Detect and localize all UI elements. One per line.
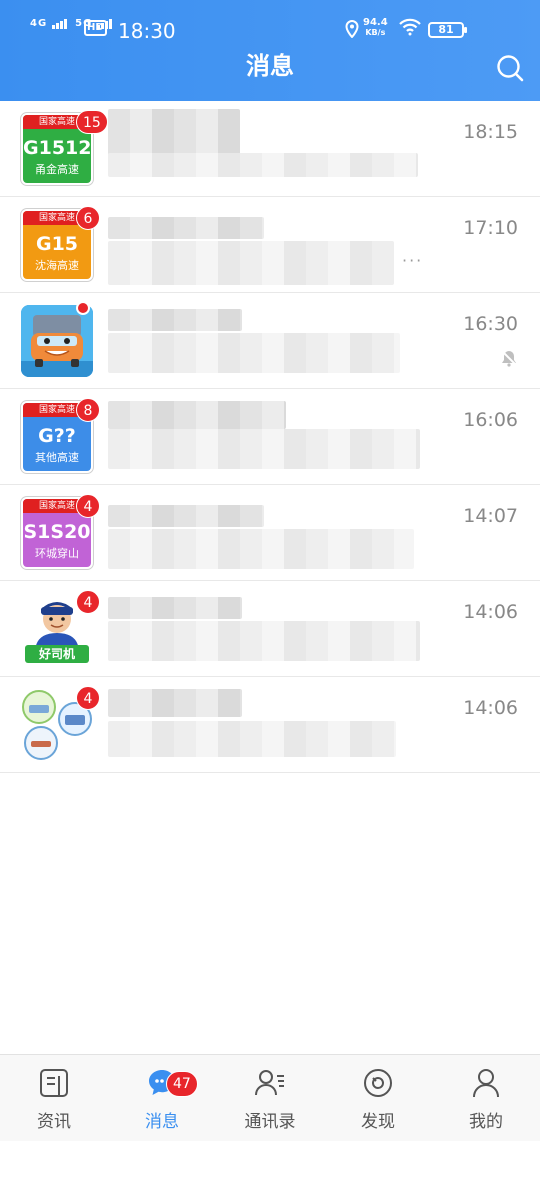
user-icon [473,1069,499,1098]
highway-code: G15 [35,233,79,255]
mute-bell-icon [500,349,518,367]
highway-name: 环城穿山 [35,547,79,560]
message-time: 14:07 [463,505,518,527]
message-time: 14:06 [463,697,518,719]
redacted-preview [108,529,414,569]
redacted-name [108,597,242,619]
unread-badge: 4 [76,590,100,614]
conversation-row[interactable]: 国家高速 S1S20 环城穿山 4 14:07 [0,485,540,581]
redacted-preview [108,621,420,661]
highway-name: 沈海高速 [35,259,79,272]
redacted-name [108,309,242,331]
tab-contacts[interactable]: 通讯录 [216,1055,324,1142]
unread-dot [76,301,90,315]
network-speed: 94.4 KB/s [363,18,388,38]
bottom-blank-area [0,1141,540,1204]
unread-badge: 8 [76,398,100,422]
unread-badge: 4 [76,494,100,518]
redacted-preview [108,721,396,757]
redacted-name [108,505,264,527]
redacted-name [108,109,240,155]
network-label-1: 4G [30,18,48,29]
news-icon [40,1069,68,1097]
highway-name: 其他高速 [35,451,79,464]
redacted-name [108,689,242,717]
bottom-tab-bar: 资讯 47 消息 通讯录 发现 我的 [0,1054,540,1141]
speed-value: 94.4 [363,17,388,28]
conversation-row[interactable]: 国家高速 G15 沈海高速 6 ··· 17:10 [0,197,540,293]
signal-bars-icon [51,18,68,29]
conversation-row[interactable]: 好司机 4 14:06 [0,581,540,677]
speed-unit: KB/s [365,28,386,37]
redacted-preview [108,153,418,177]
messages-unread-badge: 47 [166,1071,198,1097]
tab-me[interactable]: 我的 [432,1055,540,1142]
unread-badge: 6 [76,206,100,230]
message-time: 17:10 [463,217,518,239]
tab-label: 我的 [469,1112,503,1132]
highway-code: G?? [38,425,76,447]
compass-icon [364,1069,392,1097]
redacted-preview [108,241,394,285]
status-time: 18:30 [118,19,176,43]
battery-icon: 81 [428,22,467,38]
conversation-row[interactable]: 国家高速 G1512 甬金高速 15 18:15 [0,101,540,197]
message-time: 14:06 [463,601,518,623]
tab-label: 消息 [145,1112,179,1132]
unread-badge: 4 [76,686,100,710]
conversation-row[interactable]: 国家高速 G?? 其他高速 8 16:06 [0,389,540,485]
conversation-row[interactable]: 4 14:06 [0,677,540,773]
page-title: 消息 [246,52,294,80]
highway-code: S1S20 [23,521,91,543]
more-indicator: ··· [402,251,424,270]
tab-label: 资讯 [37,1112,71,1132]
message-time: 16:30 [463,313,518,335]
tab-discover[interactable]: 发现 [324,1055,432,1142]
redacted-preview [108,429,420,469]
top-bar: 4G 5G HD 18:30 94.4 KB/s 81 消息 [0,0,540,101]
hd-icon: HD [84,20,107,36]
tab-label: 通讯录 [244,1112,296,1132]
highway-code: G1512 [23,137,92,159]
truck-avatar [21,305,93,377]
contacts-icon [255,1070,284,1096]
tab-news[interactable]: 资讯 [0,1055,108,1142]
tab-messages[interactable]: 47 消息 [108,1055,216,1142]
conversation-row[interactable]: 16:30 [0,293,540,389]
redacted-name [108,401,286,429]
redacted-name [108,217,264,239]
wifi-icon [398,18,422,40]
unread-badge: 15 [76,110,108,134]
conversation-list: 国家高速 G1512 甬金高速 15 18:15 国家高速 G15 沈海高速 6… [0,101,540,773]
message-time: 18:15 [463,121,518,143]
message-time: 16:06 [463,409,518,431]
search-icon[interactable] [496,54,524,82]
redacted-preview [108,333,400,373]
driver-brand-label: 好司机 [25,645,89,663]
highway-name: 甬金高速 [35,163,79,176]
location-icon [345,19,359,42]
tab-label: 发现 [361,1112,395,1132]
